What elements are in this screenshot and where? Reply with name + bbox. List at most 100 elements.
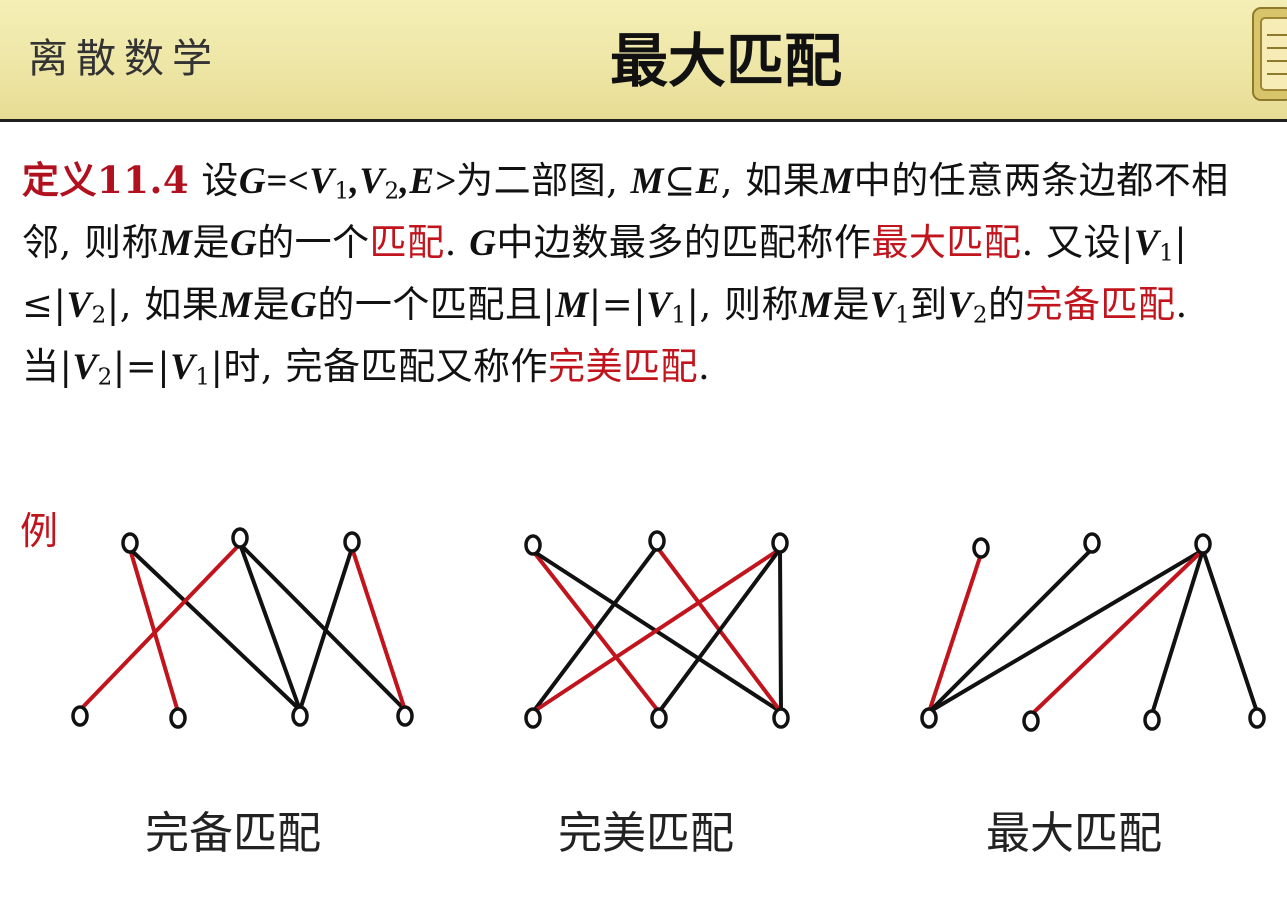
math-symbol: V [72,347,98,388]
term-matching: 匹配 [369,221,445,264]
definition-text-segment: 的一个 [257,221,370,264]
bottom-vertex-1-1 [71,705,89,727]
edge-3-3 [927,548,1205,714]
math-symbol: V [66,285,92,326]
matched-edge-2-5 [531,547,782,714]
math-subscript: 2 [384,178,400,205]
graph-3 [920,532,1266,732]
math-symbol: V [947,285,973,326]
edge-2-2 [531,549,783,714]
math-symbol: E [695,161,721,202]
example-label: 例 [20,509,59,553]
bottom-vertex-1-3 [291,705,309,727]
definition-text-segment: . [444,221,470,264]
bottom-vertex-2-2 [650,707,668,729]
matched-edge-1-1 [128,547,180,714]
definition-text-segment: |, 则称 [686,283,799,326]
math-subscript: 2 [97,364,113,391]
math-symbol: =< [266,161,310,202]
math-symbol: M [159,223,193,264]
definition-text-segment: |, 如果 [106,283,220,326]
math-subscript: 2 [91,302,107,329]
edge-3-2 [927,547,1094,714]
math-symbol: V [170,347,196,388]
definition-text-segment: . [697,345,711,388]
corner-ornament-icon [1247,0,1287,118]
definition-text-segment: |=| [588,283,647,326]
math-subscript: 2 [972,302,988,329]
math-symbol: G [229,223,258,264]
definition-text-segment: 到 [910,283,948,326]
definition-text-segment: 设 [189,159,239,202]
definition-text-segment: 中边数最多的匹配称作 [496,221,872,264]
top-vertex-3-2 [1083,532,1101,554]
slide-header: 离散数学 最大匹配 [0,0,1287,122]
definition-text-segment: . 又设| [1021,221,1134,264]
math-symbol: M [630,161,665,202]
top-vertex-3-1 [972,537,990,559]
edge-2-6 [657,547,782,714]
slide-title: 最大匹配 [610,27,843,95]
definition-text-segment: 的一个匹配且| [317,283,556,326]
caption-complete-matching: 完备匹配 [145,808,321,859]
math-symbol: , [399,161,410,202]
definition-text-segment: 是 [192,221,230,264]
bipartite-graphs-diagram [71,527,1266,732]
top-vertex-2-1 [524,534,542,556]
math-symbol: M [555,285,589,326]
bottom-vertex-3-4 [1248,707,1266,729]
edge-3-5 [1150,548,1205,716]
bottom-vertex-3-2 [1022,710,1040,732]
graph-1 [71,527,414,729]
definition-text-segment: 的 [987,283,1026,326]
top-vertex-2-2 [648,530,666,552]
math-symbol: V [1133,223,1160,264]
term-perfect-matching: 完美匹配 [547,345,698,388]
top-vertex-1-2 [231,527,249,549]
math-symbol: V [359,161,385,202]
matched-edge-1-7 [350,546,407,712]
math-symbol: G [238,161,267,202]
math-symbol: M [219,285,253,326]
definition-text-segment: , 如果 [720,159,821,202]
math-symbol: E [409,161,435,202]
definition-text-segment: 为二部图, [456,159,631,202]
bottom-vertex-1-2 [169,707,187,729]
math-symbol: V [309,161,335,202]
math-symbol: G [469,223,497,264]
definition-text-segment: 是 [832,283,870,326]
edge-1-6 [298,546,354,712]
edge-3-6 [1201,548,1259,714]
definition-text-segment: |=| [112,345,171,388]
math-symbol: M [798,285,833,326]
math-subscript: 1 [1159,240,1175,267]
edge-2-7 [778,547,783,714]
bottom-vertex-3-1 [920,707,938,729]
math-symbol: G [290,285,318,326]
term-maximum-matching: 最大匹配 [871,221,1022,264]
math-symbol: V [646,285,672,326]
bottom-vertex-1-4 [396,705,414,727]
definition-label: 定义11.4 [22,158,190,202]
caption-perfect-matching: 完美匹配 [558,808,734,859]
matched-edge-2-1 [531,549,661,714]
edge-1-2 [128,547,302,712]
edge-1-4 [238,542,302,712]
math-subscript: 1 [671,302,687,329]
math-subscript: 1 [334,178,350,205]
math-symbol: M [820,161,854,202]
matched-edge-2-4 [655,545,783,714]
definition-text: 定义11.4 设G=<V1,V2,E>为二部图, M⊆E, 如果M中的任意两条边… [22,150,1262,398]
top-vertex-3-3 [1194,533,1212,555]
top-vertex-2-3 [771,532,789,554]
bottom-vertex-2-3 [772,707,790,729]
definition-text-segment: |时, 完备匹配又称作 [210,345,548,388]
term-complete-matching: 完备匹配 [1025,283,1176,326]
course-name: 离散数学 [28,36,220,82]
top-vertex-1-1 [121,532,139,554]
bottom-vertex-3-3 [1143,709,1161,731]
edge-1-5 [238,542,407,712]
matched-edge-1-3 [78,542,242,712]
matched-edge-3-4 [1029,548,1205,717]
matched-edge-3-1 [927,552,983,714]
